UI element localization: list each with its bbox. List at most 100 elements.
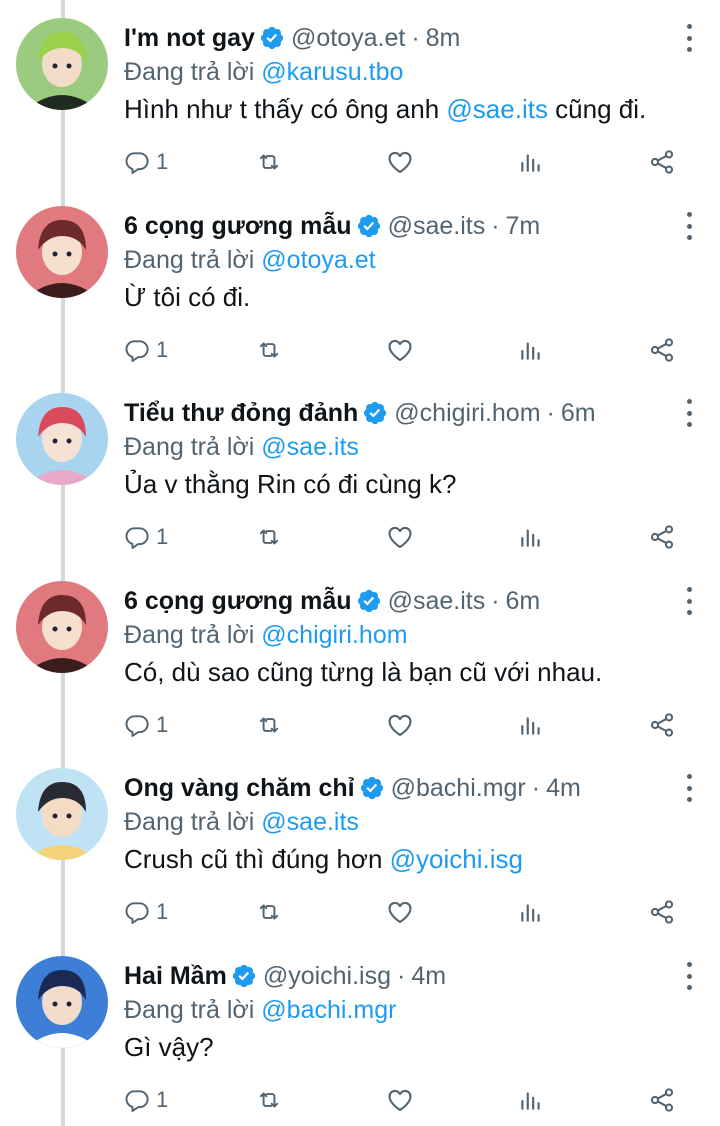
share-button[interactable] bbox=[648, 519, 676, 555]
retweet-button[interactable] bbox=[254, 519, 284, 555]
avatar[interactable] bbox=[16, 206, 108, 298]
views-button[interactable] bbox=[518, 332, 544, 368]
display-name[interactable]: Tiểu thư đỏng đảnh bbox=[124, 399, 358, 428]
retweet-button[interactable] bbox=[254, 332, 284, 368]
handle[interactable]: @sae.its bbox=[388, 587, 486, 616]
views-button[interactable] bbox=[518, 519, 544, 555]
reply-count: 1 bbox=[156, 899, 169, 924]
like-button[interactable] bbox=[386, 332, 414, 368]
tweet-text-part: Ừ tôi có đi. bbox=[124, 282, 251, 312]
heart-icon bbox=[388, 526, 412, 548]
display-name[interactable]: I'm not gay bbox=[124, 24, 255, 53]
like-button[interactable] bbox=[386, 144, 414, 180]
separator: · bbox=[531, 773, 541, 802]
retweet-button[interactable] bbox=[254, 1082, 284, 1118]
timestamp[interactable]: 4m bbox=[411, 962, 446, 991]
views-icon bbox=[521, 342, 540, 360]
reply-button[interactable]: 1 bbox=[124, 332, 168, 368]
like-button[interactable] bbox=[386, 894, 414, 930]
more-vertical-icon[interactable] bbox=[684, 24, 694, 52]
avatar[interactable] bbox=[16, 768, 108, 860]
replying-to-mention[interactable]: @chigiri.hom bbox=[261, 621, 407, 649]
more-vertical-icon[interactable] bbox=[684, 774, 694, 802]
tweet-text-part: Crush cũ thì đúng hơn bbox=[124, 844, 390, 874]
timestamp[interactable]: 6m bbox=[506, 587, 541, 616]
timestamp[interactable]: 4m bbox=[546, 774, 581, 803]
tweet-text-part: Gì vậy? bbox=[124, 1032, 214, 1062]
tweet-mention[interactable]: @yoichi.isg bbox=[390, 844, 523, 874]
views-button[interactable] bbox=[518, 1082, 544, 1118]
handle[interactable]: @chigiri.hom bbox=[394, 399, 540, 428]
avatar[interactable] bbox=[16, 956, 108, 1048]
replying-prefix: Đang trả lời bbox=[124, 246, 255, 274]
retweet-button[interactable] bbox=[254, 144, 284, 180]
share-icon bbox=[650, 1088, 674, 1112]
share-button[interactable] bbox=[648, 894, 676, 930]
reply-button[interactable]: 1 bbox=[124, 1082, 168, 1118]
tweet-text: Crush cũ thì đúng hơn @yoichi.isg bbox=[124, 844, 523, 875]
retweet-button[interactable] bbox=[254, 894, 284, 930]
more-vertical-icon[interactable] bbox=[684, 399, 694, 427]
timestamp[interactable]: 8m bbox=[426, 24, 461, 53]
views-button[interactable] bbox=[518, 144, 544, 180]
replying-to-mention[interactable]: @sae.its bbox=[261, 433, 359, 461]
tweet-mention[interactable]: @sae.its bbox=[446, 94, 548, 124]
more-vertical-icon[interactable] bbox=[684, 212, 694, 240]
verified-badge-icon bbox=[356, 588, 382, 614]
retweet-icon bbox=[259, 529, 279, 545]
tweet-text: Có, dù sao cũng từng là bạn cũ với nhau. bbox=[124, 657, 602, 688]
retweet-icon bbox=[259, 154, 279, 170]
share-button[interactable] bbox=[648, 332, 676, 368]
replying-to-mention[interactable]: @sae.its bbox=[261, 808, 359, 836]
timestamp[interactable]: 6m bbox=[561, 399, 596, 428]
display-name[interactable]: 6 cọng gương mẫu bbox=[124, 587, 352, 616]
replying-to-mention[interactable]: @otoya.et bbox=[261, 246, 375, 274]
tweet[interactable]: Ong vàng chăm chỉ @bachi.mgr · 4m Đang t… bbox=[0, 750, 720, 938]
views-button[interactable] bbox=[518, 894, 544, 930]
reply-count: 1 bbox=[156, 524, 169, 549]
tweet[interactable]: I'm not gay @otoya.et · 8m Đang trả lời … bbox=[0, 0, 720, 188]
like-button[interactable] bbox=[386, 707, 414, 743]
tweet-text: Gì vậy? bbox=[124, 1032, 214, 1063]
reply-icon bbox=[125, 527, 149, 549]
reply-button[interactable]: 1 bbox=[124, 519, 168, 555]
like-button[interactable] bbox=[386, 1082, 414, 1118]
replying-to: Đang trả lời @sae.its bbox=[124, 433, 359, 462]
replying-to-mention[interactable]: @bachi.mgr bbox=[261, 996, 396, 1024]
avatar[interactable] bbox=[16, 18, 108, 110]
tweet-actions: 1 bbox=[124, 144, 684, 180]
tweet-header: 6 cọng gương mẫu @sae.its · 7m bbox=[124, 208, 540, 244]
separator: · bbox=[411, 23, 420, 52]
more-vertical-icon[interactable] bbox=[684, 587, 694, 615]
display-name[interactable]: Hai Mầm bbox=[124, 962, 227, 991]
handle[interactable]: @bachi.mgr bbox=[391, 774, 526, 803]
more-vertical-icon[interactable] bbox=[684, 962, 694, 990]
tweet[interactable]: 6 cọng gương mẫu @sae.its · 7m Đang trả … bbox=[0, 188, 720, 376]
share-button[interactable] bbox=[648, 1082, 676, 1118]
tweet[interactable]: Tiểu thư đỏng đảnh @chigiri.hom · 6m Đan… bbox=[0, 375, 720, 563]
display-name[interactable]: Ong vàng chăm chỉ bbox=[124, 774, 355, 803]
separator: · bbox=[397, 961, 406, 990]
handle[interactable]: @sae.its bbox=[388, 212, 486, 241]
like-button[interactable] bbox=[386, 519, 414, 555]
reply-button[interactable]: 1 bbox=[124, 707, 168, 743]
display-name[interactable]: 6 cọng gương mẫu bbox=[124, 212, 352, 241]
reply-icon bbox=[125, 340, 149, 362]
views-button[interactable] bbox=[518, 707, 544, 743]
verified-badge-icon bbox=[231, 963, 257, 989]
tweet[interactable]: Hai Mầm @yoichi.isg · 4m Đang trả lời @b… bbox=[0, 938, 720, 1126]
timestamp[interactable]: 7m bbox=[506, 212, 541, 241]
tweet[interactable]: 6 cọng gương mẫu @sae.its · 6m Đang trả … bbox=[0, 563, 720, 751]
share-button[interactable] bbox=[648, 707, 676, 743]
replying-to-mention[interactable]: @karusu.tbo bbox=[261, 58, 403, 86]
reply-button[interactable]: 1 bbox=[124, 144, 168, 180]
retweet-button[interactable] bbox=[254, 707, 284, 743]
handle[interactable]: @yoichi.isg bbox=[263, 962, 391, 991]
share-button[interactable] bbox=[648, 144, 676, 180]
tweet-text: Hình như t thấy có ông anh @sae.its cũng… bbox=[124, 94, 646, 125]
retweet-icon bbox=[259, 1092, 279, 1108]
avatar[interactable] bbox=[16, 393, 108, 485]
avatar[interactable] bbox=[16, 581, 108, 673]
handle[interactable]: @otoya.et bbox=[291, 24, 405, 53]
reply-button[interactable]: 1 bbox=[124, 894, 168, 930]
